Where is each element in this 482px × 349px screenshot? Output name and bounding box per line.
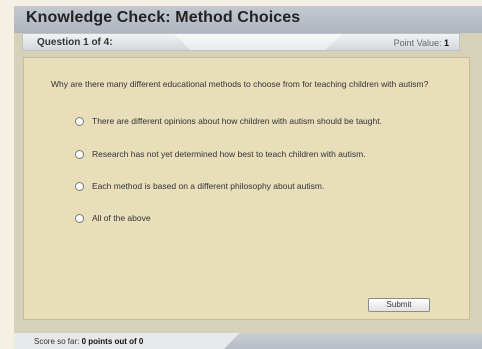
answer-option-label: There are different opinions about how c… <box>92 116 382 126</box>
question-bar: Question 1 of 4: Point Value: 1 <box>22 33 460 51</box>
answer-option-4[interactable]: All of the above <box>75 212 151 224</box>
answer-option-label: Each method is based on a different phil… <box>92 181 325 191</box>
question-text: Why are there many different educational… <box>51 79 429 89</box>
answer-option-3[interactable]: Each method is based on a different phil… <box>75 180 324 192</box>
point-value: Point Value: 1 <box>394 38 449 48</box>
question-bar-notch <box>173 34 343 50</box>
radio-button[interactable] <box>75 149 84 159</box>
point-value-label: Point Value: <box>393 38 442 48</box>
question-number: Question 1 of 4: <box>37 37 113 48</box>
radio-button[interactable] <box>75 116 84 126</box>
answer-option-label: All of the above <box>92 213 151 223</box>
answer-option-1[interactable]: There are different opinions about how c… <box>75 115 382 127</box>
footer-tab <box>224 333 482 349</box>
point-value-number: 1 <box>443 38 449 48</box>
score-label: Score so far: <box>34 337 80 346</box>
radio-button[interactable] <box>75 213 84 223</box>
question-panel: Why are there many different educational… <box>23 57 470 320</box>
page-title: Knowledge Check: Method Choices <box>26 9 301 26</box>
submit-button[interactable]: Submit <box>368 298 430 312</box>
score-display: Score so far: 0 points out of 0 <box>34 337 143 346</box>
radio-button[interactable] <box>75 181 84 191</box>
answer-option-2[interactable]: Research has not yet determined how best… <box>75 148 366 160</box>
footer-bar: Score so far: 0 points out of 0 <box>14 333 482 349</box>
answer-option-label: Research has not yet determined how best… <box>92 149 366 159</box>
score-value: 0 points out of 0 <box>81 337 144 346</box>
